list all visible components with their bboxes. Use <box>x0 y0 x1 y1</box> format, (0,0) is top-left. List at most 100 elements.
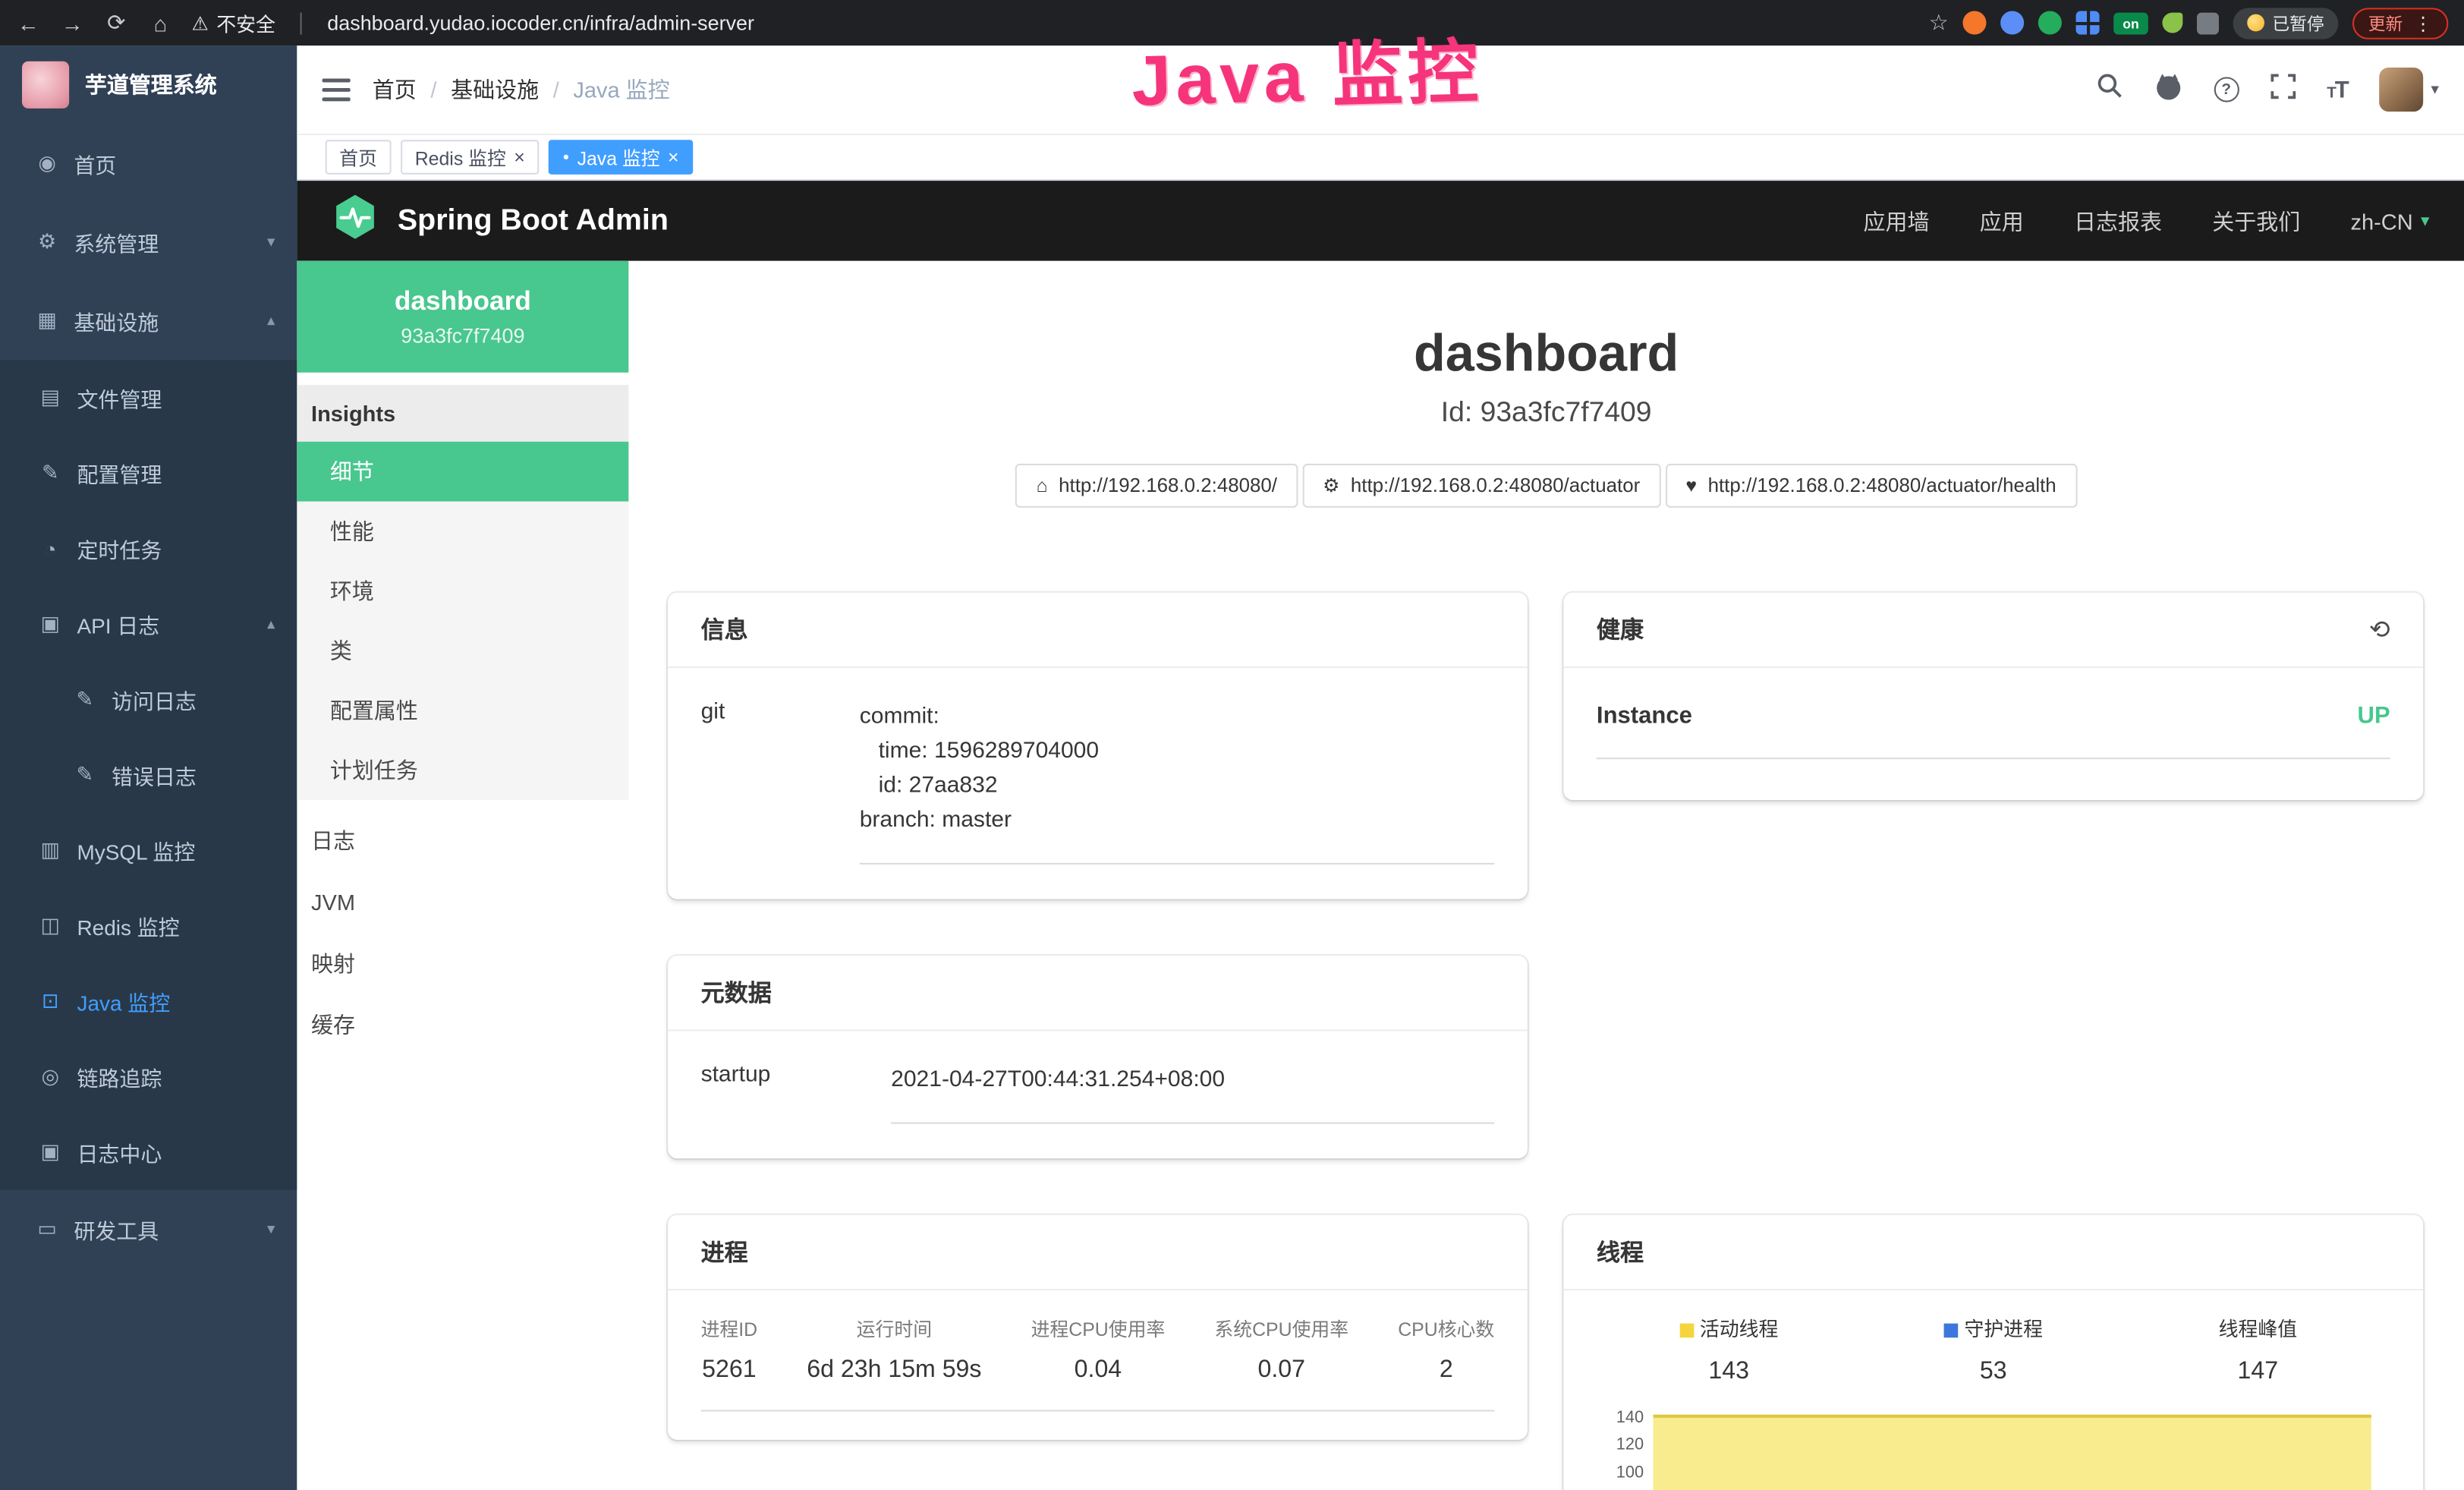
sidebar-item-label: 访问日志 <box>112 684 197 715</box>
legend-daemon-threads: 守护进程 53 <box>1861 1312 2126 1386</box>
metric-label: 进程ID <box>701 1315 758 1342</box>
user-menu[interactable]: ▾ <box>2379 68 2439 112</box>
file-icon: ▤ <box>38 385 63 410</box>
log-edit-icon: ✎ <box>72 687 97 712</box>
font-size-icon[interactable]: TT <box>2327 76 2348 102</box>
sidebar-item-label: 首页 <box>74 148 116 179</box>
hamburger-icon[interactable] <box>323 78 351 102</box>
breadcrumb-item[interactable]: 基础设施 <box>451 74 539 105</box>
sidebar-item-file[interactable]: ▤ 文件管理 <box>0 360 297 435</box>
screen: ← → ⟳ ⌂ ⚠ 不安全 dashboard.yudao.iocoder.cn… <box>0 0 2464 1490</box>
forward-icon[interactable]: → <box>60 10 85 35</box>
breadcrumb-separator: / <box>430 77 436 102</box>
instance-actuator-link[interactable]: ⚙ http://192.168.0.2:48080/actuator <box>1302 464 1660 508</box>
link-url: http://192.168.0.2:48080/actuator/health <box>1708 474 2056 496</box>
search-icon[interactable] <box>2096 72 2123 107</box>
sidebar-item-trace[interactable]: ◎ 链路追踪 <box>0 1039 297 1114</box>
profile-paused-chip[interactable]: 已暂停 <box>2233 7 2339 38</box>
extensions-puzzle-icon[interactable] <box>2197 12 2219 34</box>
extension-icon-green[interactable] <box>2038 11 2062 34</box>
card-title: 进程 <box>701 1236 748 1268</box>
extension-grid-icon[interactable] <box>2076 11 2100 34</box>
info-row-git: git commit: time: 1596289704000 id: 27aa… <box>701 678 1495 865</box>
browser-update-button[interactable]: 更新 ⋮ <box>2352 7 2448 38</box>
sba-item-config-props[interactable]: 配置属性 <box>297 681 628 741</box>
home-icon[interactable]: ⌂ <box>148 10 173 35</box>
address-url[interactable]: dashboard.yudao.iocoder.cn/infra/admin-s… <box>327 11 754 34</box>
extension-icon-orange[interactable] <box>1962 11 1986 34</box>
sidebar-item-infra[interactable]: ▦ 基础设施 ▴ <box>0 282 297 361</box>
link-url: http://192.168.0.2:48080/actuator <box>1351 474 1640 496</box>
sidebar-item-api-log[interactable]: ▣ API 日志 ▴ <box>0 586 297 661</box>
sidebar-item-home[interactable]: ◉ 首页 <box>0 124 297 203</box>
health-row: Instance UP <box>1597 703 2390 760</box>
extension-on-badge[interactable]: on <box>2113 12 2148 34</box>
tab-home[interactable]: 首页 <box>326 140 392 175</box>
sba-item-caches[interactable]: 缓存 <box>297 994 628 1055</box>
sba-nav-applications[interactable]: 应用 <box>1980 205 2024 236</box>
sidebar-item-redis[interactable]: ◫ Redis 监控 <box>0 888 297 963</box>
sidebar-item-access-log[interactable]: ✎ 访问日志 <box>0 662 297 737</box>
infra-submenu: ▤ 文件管理 ✎ 配置管理 ◔ 定时任务 ▣ API 日志 ▴ <box>0 360 297 1189</box>
chevron-up-icon: ▴ <box>267 312 275 329</box>
reload-icon[interactable]: ⟳ <box>104 9 129 36</box>
process-metric: 运行时间 6d 23h 15m 59s <box>807 1315 981 1384</box>
bookmark-star-icon[interactable]: ☆ <box>1929 9 1949 36</box>
locale-select[interactable]: zh-CN ▾ <box>2350 208 2429 233</box>
sba-item-scheduled-tasks[interactable]: 计划任务 <box>297 740 628 800</box>
dashboard-icon: ◉ <box>35 151 60 176</box>
warning-icon: ⚠ <box>192 12 209 34</box>
sidebar-item-mysql[interactable]: ▥ MySQL 监控 <box>0 813 297 888</box>
help-icon[interactable]: ? <box>2214 77 2239 102</box>
sba-item-jvm[interactable]: JVM <box>297 871 628 932</box>
sba-item-details[interactable]: 细节 <box>297 442 628 502</box>
back-icon[interactable]: ← <box>16 10 41 35</box>
extension-icon-blue[interactable] <box>2000 11 2024 34</box>
sidebar-item-label: 文件管理 <box>77 382 162 413</box>
sba-item-logs[interactable]: 日志 <box>297 809 628 871</box>
metric-value: 6d 23h 15m 59s <box>807 1356 981 1384</box>
history-icon[interactable]: ⟲ <box>2369 614 2390 645</box>
sba-nav-journal[interactable]: 日志报表 <box>2074 205 2162 236</box>
sidebar-item-java[interactable]: ⊡ Java 监控 <box>0 963 297 1038</box>
sba-nav-about[interactable]: 关于我们 <box>2212 205 2300 236</box>
sidebar-item-job[interactable]: ◔ 定时任务 <box>0 511 297 586</box>
fullscreen-icon[interactable] <box>2270 73 2296 106</box>
sidebar-item-label: 系统管理 <box>74 226 159 257</box>
sba-item-environment[interactable]: 环境 <box>297 561 628 621</box>
sidebar-item-log-center[interactable]: ▣ 日志中心 <box>0 1114 297 1189</box>
sba-item-performance[interactable]: 性能 <box>297 502 628 562</box>
instance-links: ⌂ http://192.168.0.2:48080/ ⚙ http://192… <box>628 464 2464 508</box>
sidebar-item-error-log[interactable]: ✎ 错误日志 <box>0 737 297 812</box>
tab-label: Java 监控 <box>577 143 660 170</box>
wrench-icon: ⚙ <box>1323 474 1339 496</box>
close-icon[interactable]: × <box>668 148 679 167</box>
database-icon: ◫ <box>38 913 63 938</box>
card-title: 信息 <box>701 613 748 646</box>
sidebar-item-system[interactable]: ⚙ 系统管理 ▾ <box>0 203 297 282</box>
github-icon[interactable] <box>2154 71 2182 108</box>
close-icon[interactable]: × <box>514 148 525 167</box>
extension-leaf-icon[interactable] <box>2162 13 2182 33</box>
process-metric: 进程ID 5261 <box>701 1315 758 1384</box>
sidebar-item-label: 链路追踪 <box>77 1061 162 1092</box>
sidebar-item-dev-tools[interactable]: ▭ 研发工具 ▾ <box>0 1190 297 1269</box>
tab-java[interactable]: ● Java 监控 × <box>549 140 693 175</box>
tab-redis[interactable]: Redis 监控 × <box>401 140 539 175</box>
sba-item-classes[interactable]: 类 <box>297 621 628 681</box>
browser-menu-icon[interactable]: ⋮ <box>2414 12 2433 34</box>
site-security-button[interactable]: ⚠ 不安全 <box>192 8 275 37</box>
legend-peak-threads: 线程峰值 147 <box>2126 1312 2390 1386</box>
instance-health-link[interactable]: ♥ http://192.168.0.2:48080/actuator/heal… <box>1665 464 2076 508</box>
sba-item-mappings[interactable]: 映射 <box>297 932 628 994</box>
logo-image <box>22 61 69 109</box>
browser-toolbar: ← → ⟳ ⌂ ⚠ 不安全 dashboard.yudao.iocoder.cn… <box>0 0 2464 46</box>
instance-root-link[interactable]: ⌂ http://192.168.0.2:48080/ <box>1016 464 1298 508</box>
sidebar-item-config[interactable]: ✎ 配置管理 <box>0 436 297 511</box>
chevron-down-icon: ▾ <box>2421 210 2429 231</box>
breadcrumb-item[interactable]: 首页 <box>373 74 417 105</box>
metadata-card: 元数据 startup 2021-04-27T00:44:31.254+08:0… <box>668 956 1528 1158</box>
sba-nav-wallboard[interactable]: 应用墙 <box>1864 205 1930 236</box>
insights-section-label[interactable]: Insights <box>297 385 628 442</box>
legend-label: 活动线程 <box>1700 1318 1779 1340</box>
